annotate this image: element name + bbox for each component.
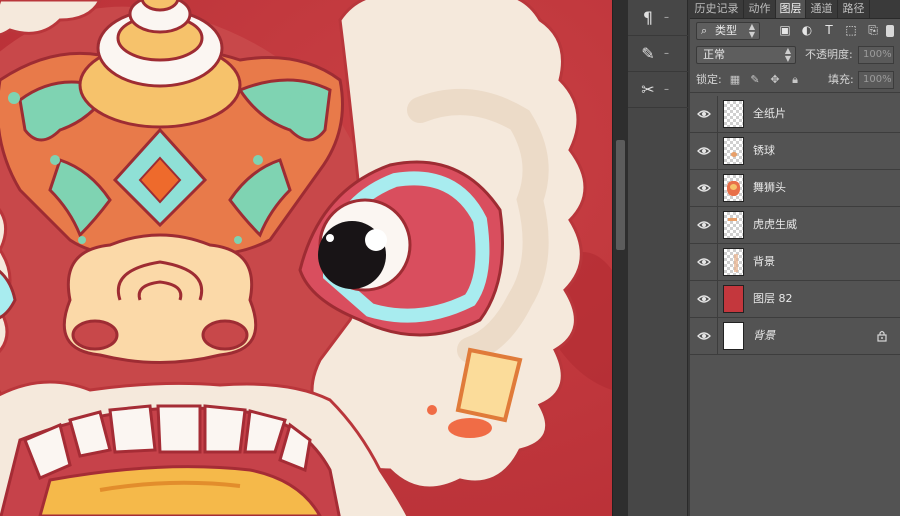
eye-icon — [697, 147, 711, 155]
filter-kind-select[interactable]: ⌕ 类型 ▲ ▼ — [696, 22, 760, 40]
type-layer-filter-icon[interactable]: T — [822, 23, 836, 37]
blend-mode-select[interactable]: 正常 ▲ ▼ — [696, 46, 796, 64]
fill-label: 填充: — [828, 73, 854, 86]
layer-thumbnail — [723, 248, 744, 276]
layer-name[interactable]: 全纸片 — [753, 96, 786, 132]
panel-collapse-indicator: – — [664, 12, 669, 23]
layer-row[interactable]: 全纸片 — [690, 96, 900, 133]
layer-row[interactable]: 背景 — [690, 244, 900, 281]
layer-thumbnail — [723, 100, 744, 128]
lion-dance-artwork — [0, 0, 612, 516]
layer-name[interactable]: 背景 — [753, 318, 775, 354]
shape-layer-filter-icon[interactable]: ⬚ — [844, 23, 858, 37]
layers-list: 全纸片 锈球 舞狮头 虎虎生威 背景 图层 82 背景 — [690, 96, 900, 356]
lock-image-pixels-icon[interactable]: ✎ — [748, 73, 762, 87]
lock-fill-row: 锁定: ▦ ✎ ✥ 🔒︎ 填充: 100% — [690, 70, 900, 93]
layer-visibility-toggle[interactable] — [690, 244, 718, 280]
layer-visibility-toggle[interactable] — [690, 207, 718, 243]
brush-presets-icon: ✎ — [641, 44, 655, 63]
chevron-updown-icon: ▲ ▼ — [748, 22, 755, 39]
layer-visibility-toggle[interactable] — [690, 170, 718, 206]
layer-row[interactable]: 图层 82 — [690, 281, 900, 318]
layer-row[interactable]: 锈球 — [690, 133, 900, 170]
tab-history[interactable]: 历史记录 — [690, 0, 744, 18]
tab-channels[interactable]: 通道 — [806, 0, 838, 18]
layer-name[interactable]: 锈球 — [753, 133, 775, 169]
layer-name[interactable]: 背景 — [753, 244, 775, 280]
document-canvas[interactable] — [0, 0, 612, 516]
filter-toggle-switch[interactable] — [886, 25, 894, 37]
eye-icon — [697, 258, 711, 266]
layer-name[interactable]: 图层 82 — [753, 281, 793, 317]
panel-tab-bar: 历史记录 动作 图层 通道 路径 — [690, 0, 900, 19]
tab-layers[interactable]: 图层 — [776, 0, 806, 18]
adjustment-layer-filter-icon[interactable]: ◐ — [800, 23, 814, 37]
layer-row[interactable]: 虎虎生威 — [690, 207, 900, 244]
lock-label: 锁定: — [696, 73, 722, 86]
canvas-vertical-scrollbar[interactable] — [612, 0, 628, 516]
lock-position-icon[interactable]: ✥ — [768, 73, 782, 87]
layer-thumbnail — [723, 211, 744, 239]
eye-icon — [697, 184, 711, 192]
layer-name[interactable]: 舞狮头 — [753, 170, 786, 206]
layer-thumbnail — [723, 322, 744, 350]
collapsed-panel-dock: ¶ – ✎ – ✂ – — [628, 0, 688, 516]
eye-icon — [697, 332, 711, 340]
opacity-input[interactable]: 100% — [858, 46, 894, 64]
layer-thumbnail — [723, 285, 744, 313]
paragraph-icon: ¶ — [642, 8, 654, 27]
layer-visibility-toggle[interactable] — [690, 96, 718, 132]
brush-presets-panel-button[interactable]: ✎ – — [628, 36, 688, 72]
tool-presets-panel-button[interactable]: ✂ – — [628, 72, 688, 108]
opacity-label: 不透明度: — [805, 48, 853, 61]
layer-thumbnail — [723, 137, 744, 165]
blend-mode-value: 正常 — [703, 48, 725, 61]
eye-icon — [697, 295, 711, 303]
layer-thumbnail — [723, 174, 744, 202]
tool-presets-icon: ✂ — [641, 80, 655, 99]
smart-object-filter-icon[interactable]: ⎘ — [866, 23, 880, 37]
chevron-updown-icon: ▲ ▼ — [784, 46, 791, 63]
lock-all-icon[interactable]: 🔒︎ — [788, 73, 802, 87]
panel-collapse-indicator: – — [664, 84, 669, 95]
layer-row[interactable]: 背景 — [690, 318, 900, 355]
layers-panel: 历史记录 动作 图层 通道 路径 ⌕ 类型 ▲ ▼ ▣ ◐ T ⬚ ⎘ 正常 ▲ ▼… — [690, 0, 900, 516]
layer-visibility-toggle[interactable] — [690, 281, 718, 317]
search-icon: ⌕ — [701, 24, 708, 37]
tab-actions[interactable]: 动作 — [744, 0, 776, 18]
filter-kind-label: 类型 — [715, 24, 737, 37]
eye-icon — [697, 221, 711, 229]
panel-collapse-indicator: – — [664, 48, 669, 59]
paragraph-panel-button[interactable]: ¶ – — [628, 0, 688, 36]
scrollbar-thumb[interactable] — [616, 140, 625, 250]
layer-name[interactable]: 虎虎生威 — [753, 207, 797, 243]
blend-opacity-row: 正常 ▲ ▼ 不透明度: 100% — [690, 45, 900, 67]
tab-paths[interactable]: 路径 — [838, 0, 870, 18]
layer-filter-row: ⌕ 类型 ▲ ▼ ▣ ◐ T ⬚ ⎘ — [690, 20, 900, 42]
fill-input[interactable]: 100% — [858, 71, 894, 89]
pixel-layer-filter-icon[interactable]: ▣ — [778, 23, 792, 37]
lock-icon — [877, 330, 887, 342]
eye-icon — [697, 110, 711, 118]
layer-row[interactable]: 舞狮头 — [690, 170, 900, 207]
lock-transparent-pixels-icon[interactable]: ▦ — [728, 73, 742, 87]
layer-visibility-toggle[interactable] — [690, 318, 718, 354]
layer-visibility-toggle[interactable] — [690, 133, 718, 169]
